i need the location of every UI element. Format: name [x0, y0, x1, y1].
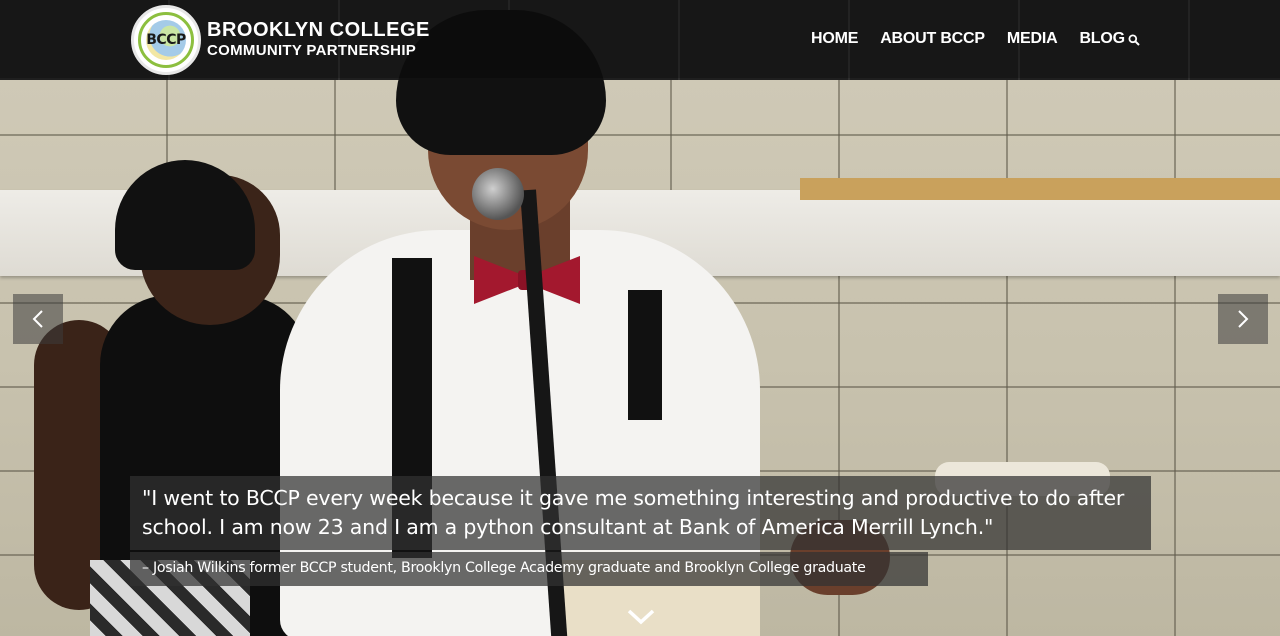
suspender-right: [628, 290, 662, 420]
wood-strip: [800, 178, 1280, 200]
logo-text: BCCP: [146, 32, 186, 48]
nav-item-media[interactable]: MEDIA: [1007, 30, 1058, 48]
carousel-next-button[interactable]: [1218, 294, 1268, 344]
carousel-prev-button[interactable]: [13, 294, 63, 344]
search-icon[interactable]: [1128, 34, 1140, 46]
brand-name-line2[interactable]: COMMUNITY PARTNERSHIP: [207, 42, 416, 59]
chevron-right-icon: [1238, 310, 1249, 328]
nav-item-about[interactable]: ABOUT BCCP: [880, 30, 985, 48]
testimonial-quote: "I went to BCCP every week because it ga…: [142, 486, 1125, 539]
main-nav: HOME ABOUT BCCP MEDIA BLOG: [811, 30, 1147, 48]
nav-item-blog[interactable]: BLOG: [1079, 30, 1125, 48]
chevron-left-icon: [32, 310, 43, 328]
top-navbar: BCCP BROOKLYN COLLEGE COMMUNITY PARTNERS…: [0, 0, 1280, 78]
brand-name-line1[interactable]: BROOKLYN COLLEGE: [207, 19, 430, 42]
nav-item-home[interactable]: HOME: [811, 30, 858, 48]
chevron-down-icon[interactable]: [626, 606, 656, 628]
testimonial-quote-box: "I went to BCCP every week because it ga…: [130, 476, 1151, 550]
testimonial-attribution: – Josiah Wilkins former BCCP student, Br…: [142, 560, 866, 576]
testimonial-attribution-box: – Josiah Wilkins former BCCP student, Br…: [130, 552, 928, 586]
logo-badge[interactable]: BCCP: [131, 5, 201, 75]
microphone: [472, 168, 524, 220]
